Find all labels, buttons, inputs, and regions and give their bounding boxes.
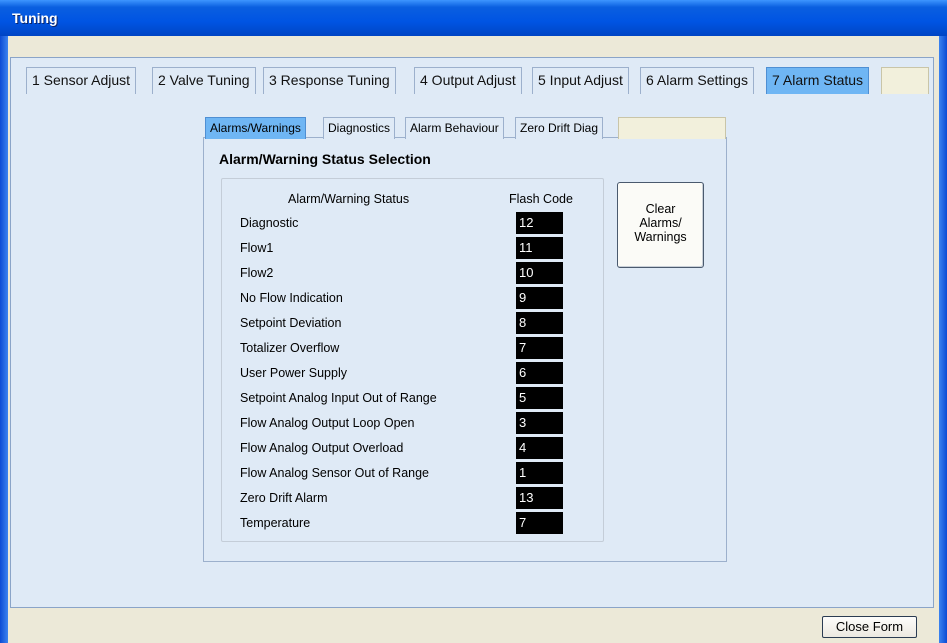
row-label: Flow Analog Sensor Out of Range	[240, 466, 430, 480]
subtab-diagnostics[interactable]: Diagnostics	[323, 117, 396, 139]
row-label: Flow Analog Output Overload	[240, 441, 404, 455]
row-label: User Power Supply	[240, 366, 347, 380]
close-form-button[interactable]: Close Form	[822, 616, 917, 638]
flash-code-value: 3	[516, 412, 563, 434]
flash-code-value: 12	[516, 212, 563, 234]
tab-response-tuning[interactable]: 3 Response Tuning	[263, 67, 396, 94]
row-label: Flow1	[240, 241, 274, 255]
row-label: Totalizer Overflow	[240, 341, 340, 355]
row-label: Setpoint Analog Input Out of Range	[240, 391, 437, 405]
row-label: Temperature	[240, 516, 311, 530]
subtab-alarm-behaviour[interactable]: Alarm Behaviour	[405, 117, 504, 139]
tab-alarm-status[interactable]: 7 Alarm Status	[766, 67, 870, 94]
row-label: Setpoint Deviation	[240, 316, 342, 330]
row-label: Zero Drift Alarm	[240, 491, 328, 505]
tab-input-adjust[interactable]: 5 Input Adjust	[532, 67, 629, 94]
row-label: Flow Analog Output Loop Open	[240, 416, 415, 430]
flash-code-value: 4	[516, 437, 563, 459]
row-label: Flow2	[240, 266, 274, 280]
tab-sensor-adjust[interactable]: 1 Sensor Adjust	[26, 67, 137, 94]
section-title: Alarm/Warning Status Selection	[219, 151, 431, 167]
subtab-zero-drift-diag[interactable]: Zero Drift Diag	[515, 117, 604, 139]
tab-output-adjust[interactable]: 4 Output Adjust	[414, 67, 522, 94]
column-header-flash-code: Flash Code	[509, 192, 573, 206]
row-label: No Flow Indication	[240, 291, 343, 305]
tab-alarm-settings[interactable]: 6 Alarm Settings	[640, 67, 754, 94]
flash-code-value: 7	[516, 337, 563, 359]
flash-code-value: 11	[516, 237, 563, 259]
window-frame-right	[939, 36, 947, 643]
row-label: Diagnostic	[240, 216, 299, 230]
flash-code-value: 1	[516, 462, 563, 484]
window-title: Tuning	[12, 10, 58, 26]
flash-code-value: 10	[516, 262, 563, 284]
flash-code-value: 7	[516, 512, 563, 534]
subtab-strip-filler	[618, 117, 726, 139]
flash-code-value: 8	[516, 312, 563, 334]
title-bar: Tuning	[0, 0, 947, 36]
clear-button-line1: Clear	[645, 202, 676, 216]
flash-code-value: 6	[516, 362, 563, 384]
window-frame-left	[0, 36, 8, 643]
clear-button-line2: Alarms/	[639, 216, 682, 230]
flash-code-value: 9	[516, 287, 563, 309]
flash-code-value: 5	[516, 387, 563, 409]
clear-alarms-button[interactable]: Clear Alarms/ Warnings	[617, 182, 704, 268]
column-header-status: Alarm/Warning Status	[288, 192, 410, 206]
tab-strip-filler	[881, 67, 929, 94]
clear-button-line3: Warnings	[634, 230, 687, 244]
subtab-alarms-warnings[interactable]: Alarms/Warnings	[205, 117, 306, 139]
flash-code-value: 13	[516, 487, 563, 509]
tab-valve-tuning[interactable]: 2 Valve Tuning	[152, 67, 256, 94]
